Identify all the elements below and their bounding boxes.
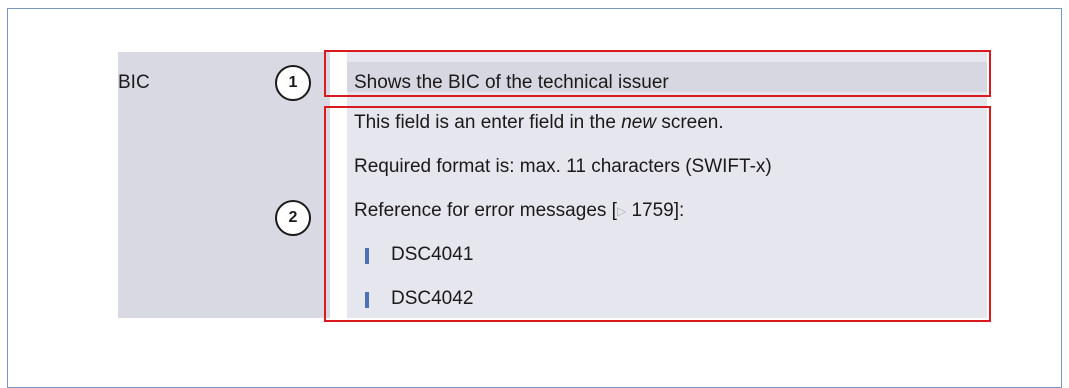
callout-badge-1: 1	[275, 65, 311, 101]
highlight-box-details	[324, 106, 991, 322]
field-name-label: BIC	[118, 72, 150, 93]
highlight-box-summary	[324, 50, 991, 97]
callout-badge-2: 2	[275, 200, 311, 236]
